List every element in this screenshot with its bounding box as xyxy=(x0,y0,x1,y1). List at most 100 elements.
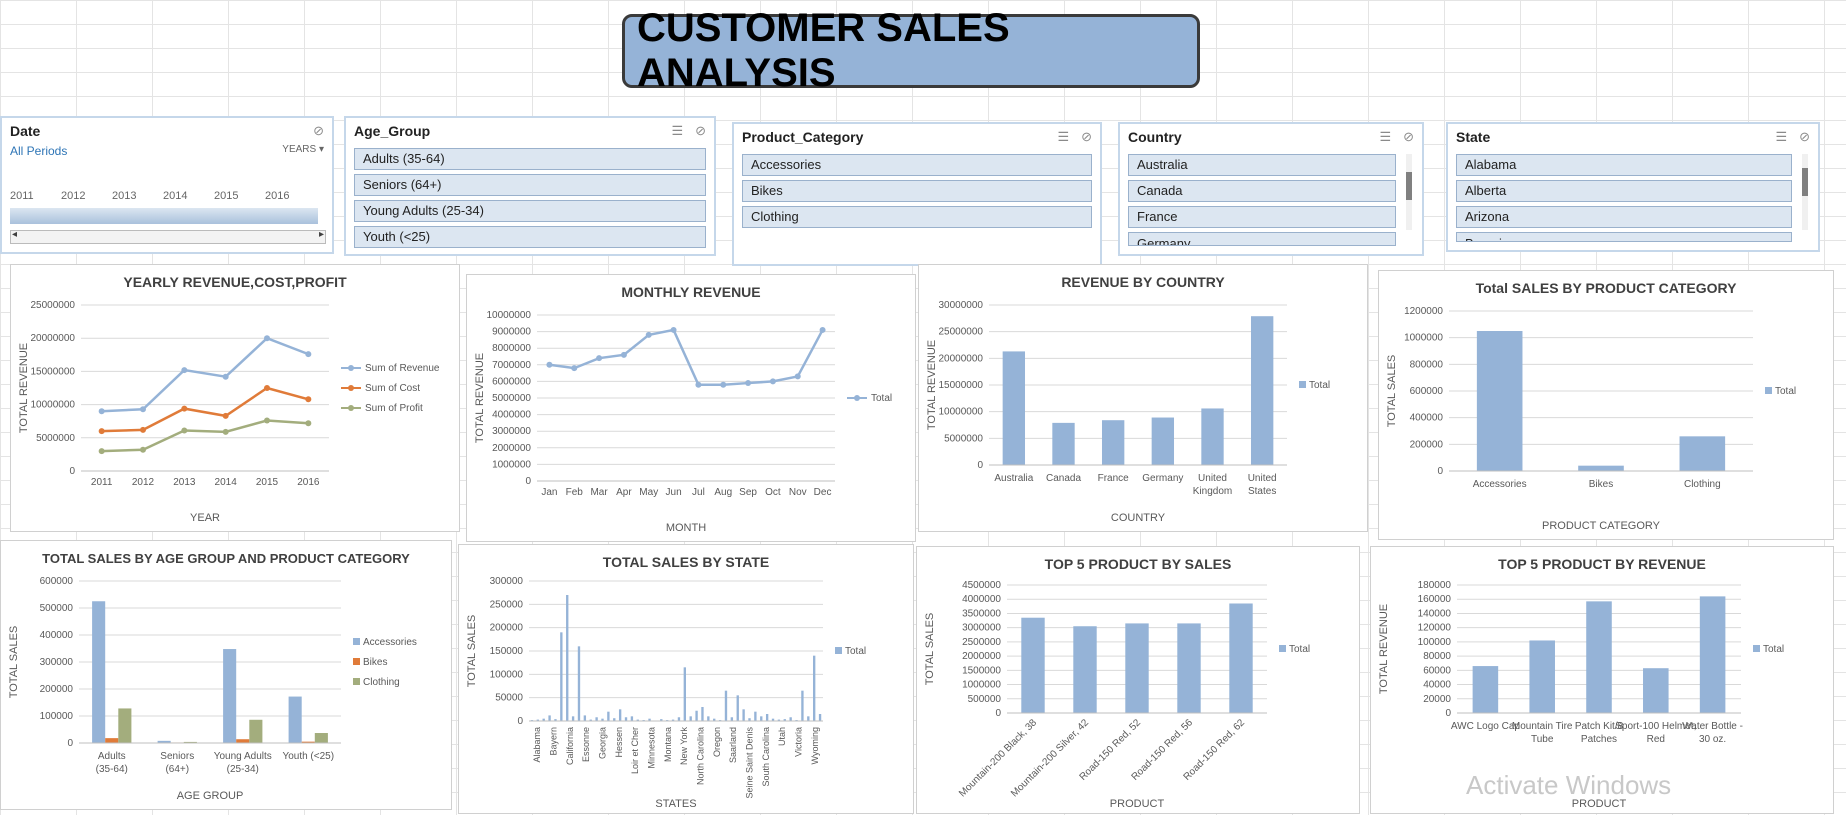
chart-title: REVENUE BY COUNTRY xyxy=(1061,274,1225,290)
legend-marker xyxy=(348,405,354,411)
x-tick-label: 2016 xyxy=(297,477,320,488)
bar xyxy=(1529,640,1555,713)
multi-select-icon[interactable]: ☰ xyxy=(1057,129,1069,145)
scroll-right-icon[interactable]: ▸ xyxy=(319,229,324,240)
date-unit-dropdown[interactable]: YEARS ▾ xyxy=(282,144,324,158)
slicer-item[interactable]: Bikes xyxy=(742,180,1092,202)
date-slicer[interactable]: Date ⊘ All Periods YEARS ▾ 2011 2012 2013 2… xyxy=(0,116,334,254)
activation-watermark: Activate Windows xyxy=(1466,770,1672,800)
x-tick-label: Bayern xyxy=(549,727,559,756)
slicer-item[interactable]: Alberta xyxy=(1456,180,1792,202)
data-point xyxy=(98,408,105,415)
slicer-item[interactable]: Seniors (64+) xyxy=(354,174,706,196)
clear-filter-icon[interactable]: ⊘ xyxy=(1403,129,1414,145)
chart-yearly[interactable]: YEARLY REVENUE,COST,PROFIT 0 5000000 100000… xyxy=(10,264,460,532)
y-tick-label: 0 xyxy=(995,708,1001,719)
y-tick-label: 0 xyxy=(525,476,531,487)
bar xyxy=(583,715,587,721)
slicer-item[interactable]: France xyxy=(1128,206,1396,228)
x-tick-label: Aug xyxy=(714,487,732,498)
multi-select-icon[interactable]: ☰ xyxy=(671,123,683,139)
y-tick-label: 2000000 xyxy=(492,443,531,454)
multi-select-icon[interactable]: ☰ xyxy=(1775,129,1787,145)
x-tick-label: Youth (<25) xyxy=(282,751,334,762)
chart-category[interactable]: Total SALES BY PRODUCT CATEGORY 0 200000 40… xyxy=(1378,270,1834,540)
chart-title: Total SALES BY PRODUCT CATEGORY xyxy=(1476,280,1737,296)
data-point xyxy=(720,381,727,388)
y-tick-label: 2500000 xyxy=(962,637,1001,648)
chart-state[interactable]: TOTAL SALES BY STATE 0 50000 100000 150000 20… xyxy=(458,544,914,814)
bar xyxy=(765,714,769,721)
state-slicer[interactable]: State ☰ ⊘ Alabama Alberta Arizona Bavaria xyxy=(1446,122,1820,252)
slicer-item[interactable]: Adults (35-64) xyxy=(354,148,706,170)
timeline-scrollbar[interactable]: ◂ ▸ xyxy=(10,229,326,244)
multi-select-icon[interactable]: ☰ xyxy=(1379,129,1391,145)
bar xyxy=(1201,408,1224,465)
legend-marker xyxy=(854,395,860,401)
slicer-item[interactable]: Youth (<25) xyxy=(354,226,706,248)
clear-filter-icon[interactable]: ⊘ xyxy=(695,123,706,139)
slicer-item[interactable]: Bavaria xyxy=(1456,232,1792,242)
country-slicer[interactable]: Country ☰ ⊘ Australia Canada France Germa… xyxy=(1118,122,1424,256)
age-group-slicer[interactable]: Age_Group ☰ ⊘ Adults (35-64) Seniors (64+… xyxy=(344,116,716,256)
y-tick-label: 300000 xyxy=(40,657,74,668)
bar xyxy=(1250,316,1274,465)
x-tick-label: Jan xyxy=(541,487,557,498)
date-period[interactable]: All Periods xyxy=(10,144,67,158)
slicer-item[interactable]: Arizona xyxy=(1456,206,1792,228)
data-point xyxy=(546,361,553,368)
y-tick-label: 150000 xyxy=(490,646,524,657)
data-point xyxy=(645,331,652,338)
y-tick-label: 10000000 xyxy=(939,407,984,418)
slicer-item[interactable]: Canada xyxy=(1128,180,1396,202)
slicer-scrollbar[interactable] xyxy=(1802,154,1808,230)
slicer-scrollbar[interactable] xyxy=(1406,154,1412,230)
y-tick-label: 10000000 xyxy=(487,310,532,321)
x-tick-label: South Carolina xyxy=(761,727,771,787)
timeline-year[interactable]: 2015 xyxy=(214,190,265,202)
product-category-slicer-label: Product_Category xyxy=(742,129,864,145)
x-tick-label: Sep xyxy=(739,487,757,498)
data-point xyxy=(794,373,801,380)
slicer-item[interactable]: Germany xyxy=(1128,232,1396,246)
slicer-item[interactable]: Alabama xyxy=(1456,154,1792,176)
bar xyxy=(1021,617,1045,713)
timeline-year[interactable]: 2014 xyxy=(163,190,214,202)
clear-filter-icon[interactable]: ⊘ xyxy=(1081,129,1092,145)
data-point xyxy=(140,426,146,433)
slicer-item[interactable]: Accessories xyxy=(742,154,1092,176)
bar xyxy=(724,690,728,721)
clear-filter-icon[interactable]: ⊘ xyxy=(313,123,324,139)
y-tick-label: 5000000 xyxy=(944,433,983,444)
scroll-left-icon[interactable]: ◂ xyxy=(12,229,17,240)
chart-country[interactable]: REVENUE BY COUNTRY 0 5000000 10000000 150000… xyxy=(918,264,1368,532)
bar xyxy=(1476,331,1523,471)
y-tick-label: 250000 xyxy=(490,599,524,610)
bar xyxy=(789,717,792,721)
timeline-year[interactable]: 2016 xyxy=(265,190,316,202)
x-tick-label: Mountain Tire Tube xyxy=(1512,721,1573,745)
chart-title: MONTHLY REVENUE xyxy=(621,284,760,300)
x-axis-label: PRODUCT CATEGORY xyxy=(1542,520,1661,532)
legend-label: Total xyxy=(1309,380,1330,391)
timeline-year[interactable]: 2012 xyxy=(61,190,112,202)
x-axis-label: STATES xyxy=(655,798,696,810)
bar xyxy=(1125,623,1149,713)
bar xyxy=(683,667,686,721)
data-point xyxy=(264,335,270,342)
timeline-bar[interactable] xyxy=(10,208,318,224)
timeline-year[interactable]: 2013 xyxy=(112,190,163,202)
y-tick-label: 400000 xyxy=(1410,413,1444,424)
slicer-item[interactable]: Clothing xyxy=(742,206,1092,228)
slicer-item[interactable]: Young Adults (25-34) xyxy=(354,200,706,222)
slicer-item[interactable]: Australia xyxy=(1128,154,1396,176)
chart-agegroup[interactable]: TOTAL SALES BY AGE GROUP AND PRODUCT CAT… xyxy=(0,540,452,810)
timeline-year[interactable]: 2011 xyxy=(10,190,61,202)
product-category-slicer[interactable]: Product_Category ☰ ⊘ Accessories Bikes Cl… xyxy=(732,122,1102,266)
clear-filter-icon[interactable]: ⊘ xyxy=(1799,129,1810,145)
chart-monthly[interactable]: MONTHLY REVENUE 0 1000000 2000000 3000000 400… xyxy=(466,274,916,542)
legend-swatch xyxy=(1279,645,1286,652)
chart-top5sales[interactable]: TOP 5 PRODUCT BY SALES 0 500000 1000000 1500… xyxy=(916,546,1360,814)
y-tick-label: 5000000 xyxy=(36,433,75,444)
bar xyxy=(1073,626,1097,713)
